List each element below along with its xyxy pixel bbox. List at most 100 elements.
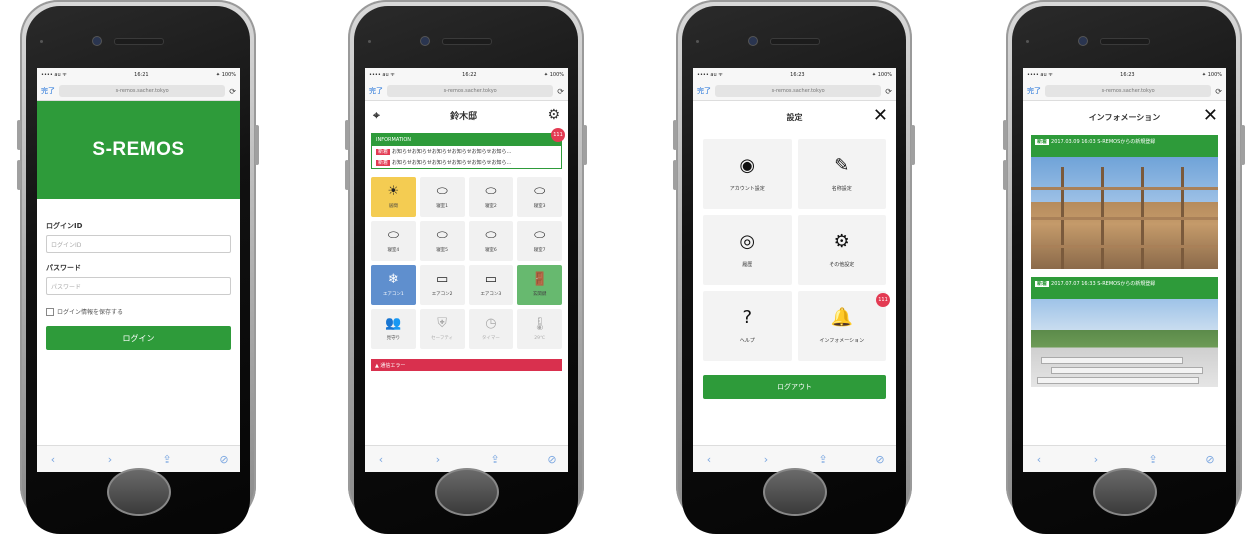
browser-address-bar: 完了 s-remos.sacher.tokyo ⟳ bbox=[365, 82, 568, 101]
share-icon[interactable]: ⇪ bbox=[1145, 453, 1161, 466]
information-panel[interactable]: INFORMATION 111 新着 お知らせお知らせお知らせお知らせお知らせお知… bbox=[371, 128, 565, 169]
card-header: 新着 2017.03.09 16:03 S-REMOSからの新規登録 bbox=[1031, 135, 1218, 157]
login-button[interactable]: ログイン bbox=[46, 326, 231, 350]
forward-icon[interactable]: › bbox=[1088, 453, 1104, 466]
account-settings-tile[interactable]: ◉ アカウント設定 bbox=[703, 139, 792, 209]
device-tile[interactable]: ▭ エアコン2 bbox=[419, 265, 465, 305]
home-button[interactable] bbox=[107, 468, 171, 516]
back-icon[interactable]: ‹ bbox=[45, 453, 61, 466]
new-tag: 新着 bbox=[1035, 281, 1050, 287]
device-icon: ⬭ bbox=[436, 184, 448, 199]
tile-label: ヘルプ bbox=[739, 337, 755, 344]
device-tile[interactable]: 🌡 29℃ bbox=[517, 309, 562, 349]
share-icon[interactable]: ⇪ bbox=[815, 453, 831, 466]
page-title: 設定 bbox=[786, 112, 803, 122]
camera-icon bbox=[92, 36, 102, 46]
url-field[interactable]: s-remos.sacher.tokyo bbox=[1045, 85, 1212, 97]
card-text: 2017.03.09 16:03 S-REMOSからの新規登録 bbox=[1051, 139, 1156, 145]
device-tile[interactable]: ⛨ セーフティ bbox=[419, 309, 465, 349]
device-label: 寝室5 bbox=[436, 248, 449, 253]
carrier-signal: •••• au ᯤ bbox=[697, 72, 723, 78]
device-tile[interactable]: ⬭ 寝室1 bbox=[419, 177, 465, 217]
home-button[interactable] bbox=[435, 468, 499, 516]
info-card[interactable]: 新着 2017.07.07 16:33 S-REMOSからの新規登録 bbox=[1031, 277, 1218, 387]
reload-icon[interactable]: ⟳ bbox=[557, 87, 564, 96]
done-button[interactable]: 完了 bbox=[1027, 86, 1041, 96]
browser-address-bar: 完了 s-remos.sacher.tokyo ⟳ bbox=[1023, 82, 1226, 101]
side-button bbox=[255, 125, 259, 165]
battery-indicator: ✦ 100% bbox=[543, 72, 564, 78]
close-icon[interactable]: ✕ bbox=[873, 105, 888, 126]
reload-icon[interactable]: ⟳ bbox=[229, 87, 236, 96]
back-icon[interactable]: ‹ bbox=[1031, 453, 1047, 466]
url-field[interactable]: s-remos.sacher.tokyo bbox=[387, 85, 554, 97]
info-line[interactable]: 新着 お知らせお知らせお知らせお知らせお知らせお知ら… bbox=[372, 146, 561, 157]
password-input[interactable]: パスワード bbox=[46, 277, 231, 295]
device-icon: ▭ bbox=[484, 272, 498, 287]
done-button[interactable]: 完了 bbox=[697, 86, 711, 96]
home-button[interactable] bbox=[763, 468, 827, 516]
device-icon: ☀ bbox=[387, 184, 400, 199]
clock: 16:22 bbox=[462, 72, 477, 78]
forward-icon[interactable]: › bbox=[102, 453, 118, 466]
done-button[interactable]: 完了 bbox=[369, 86, 383, 96]
reload-icon[interactable]: ⟳ bbox=[1215, 87, 1222, 96]
device-tile[interactable]: ▭ エアコン3 bbox=[468, 265, 514, 305]
help-tile[interactable]: ? ヘルプ bbox=[703, 291, 792, 361]
forward-icon[interactable]: › bbox=[430, 453, 446, 466]
login-form: ログインID ログインID パスワード パスワード ログイン情報を保存する ログ… bbox=[37, 199, 240, 362]
back-icon[interactable]: ‹ bbox=[373, 453, 389, 466]
new-tag: 新着 bbox=[376, 149, 391, 155]
gear-icon[interactable]: ⚙ bbox=[547, 107, 560, 123]
sensor-icon bbox=[696, 40, 699, 43]
remember-label: ログイン情報を保存する bbox=[57, 309, 124, 316]
bookmarks-icon[interactable]: ⊘ bbox=[544, 453, 560, 466]
share-icon[interactable]: ⇪ bbox=[487, 453, 503, 466]
close-icon[interactable]: ✕ bbox=[1203, 105, 1218, 126]
device-icon: ⬭ bbox=[387, 228, 399, 243]
url-field[interactable]: s-remos.sacher.tokyo bbox=[715, 85, 882, 97]
done-button[interactable]: 完了 bbox=[41, 86, 55, 96]
side-button bbox=[1241, 125, 1245, 165]
device-tile[interactable]: ⬭ 寝室5 bbox=[419, 221, 465, 261]
checkbox-icon[interactable] bbox=[46, 307, 54, 316]
device-tile[interactable]: ☀ 居間 bbox=[371, 177, 416, 217]
bookmarks-icon[interactable]: ⊘ bbox=[1202, 453, 1218, 466]
other-settings-tile[interactable]: ⚙ その他設定 bbox=[797, 215, 886, 285]
photo-detail bbox=[1041, 357, 1183, 364]
login-id-input[interactable]: ログインID bbox=[46, 235, 231, 253]
forward-icon[interactable]: › bbox=[758, 453, 774, 466]
status-bar: •••• au ᯤ 16:23 ✦ 100% bbox=[1023, 68, 1226, 82]
device-tile[interactable]: ⬭ 寝室2 bbox=[468, 177, 514, 217]
tile-label: インフォメーション bbox=[819, 337, 865, 344]
device-tile[interactable]: ⬭ 寝室6 bbox=[468, 221, 514, 261]
device-tile[interactable]: ◷ タイマー bbox=[468, 309, 514, 349]
back-icon[interactable]: ‹ bbox=[701, 453, 717, 466]
device-tile[interactable]: ❄ エアコン1 bbox=[371, 265, 416, 305]
device-tile[interactable]: ⬭ 寝室3 bbox=[517, 177, 562, 217]
history-tile[interactable]: ◎ 履歴 bbox=[703, 215, 792, 285]
remember-checkbox[interactable]: ログイン情報を保存する bbox=[46, 307, 231, 316]
home-button[interactable] bbox=[1093, 468, 1157, 516]
share-icon[interactable]: ⇪ bbox=[159, 453, 175, 466]
url-field[interactable]: s-remos.sacher.tokyo bbox=[59, 85, 226, 97]
side-button bbox=[673, 120, 677, 150]
info-line[interactable]: 新着 お知らせお知らせお知らせお知らせお知らせお知ら… bbox=[372, 157, 561, 168]
reload-icon[interactable]: ⟳ bbox=[885, 87, 892, 96]
logout-button[interactable]: ログアウト bbox=[703, 375, 886, 399]
name-settings-tile[interactable]: ✎ 名称設定 bbox=[797, 139, 886, 209]
info-card[interactable]: 新着 2017.03.09 16:03 S-REMOSからの新規登録 bbox=[1031, 135, 1218, 269]
device-tile[interactable]: ⬭ 寝室7 bbox=[517, 221, 562, 261]
device-tile[interactable]: 👥 見守り bbox=[371, 309, 416, 349]
device-tile[interactable]: ⬭ 寝室4 bbox=[371, 221, 416, 261]
error-bar[interactable]: ▲ 通信エラー bbox=[371, 359, 562, 371]
device-grid: ☀ 居間 ⬭ 寝室1 ⬭ 寝室2 ⬭ 寝室3 ⬭ 寝室4 ⬭ 寝室5 ⬭ 寝室6 ⬭ 寝室7 ❄ エアコン1 ▭ エア… bbox=[365, 173, 568, 353]
device-tile[interactable]: 🚪 玄関鍵 bbox=[517, 265, 562, 305]
notification-badge: 111 bbox=[551, 128, 565, 142]
carrier-signal: •••• au ᯤ bbox=[369, 72, 395, 78]
page-title: 鈴木邸 bbox=[450, 111, 478, 122]
bookmarks-icon[interactable]: ⊘ bbox=[216, 453, 232, 466]
information-tile[interactable]: 🔔 インフォメーション 111 bbox=[797, 291, 890, 361]
bookmarks-icon[interactable]: ⊘ bbox=[872, 453, 888, 466]
camera-feed-icon[interactable]: ⌖ bbox=[373, 108, 380, 123]
